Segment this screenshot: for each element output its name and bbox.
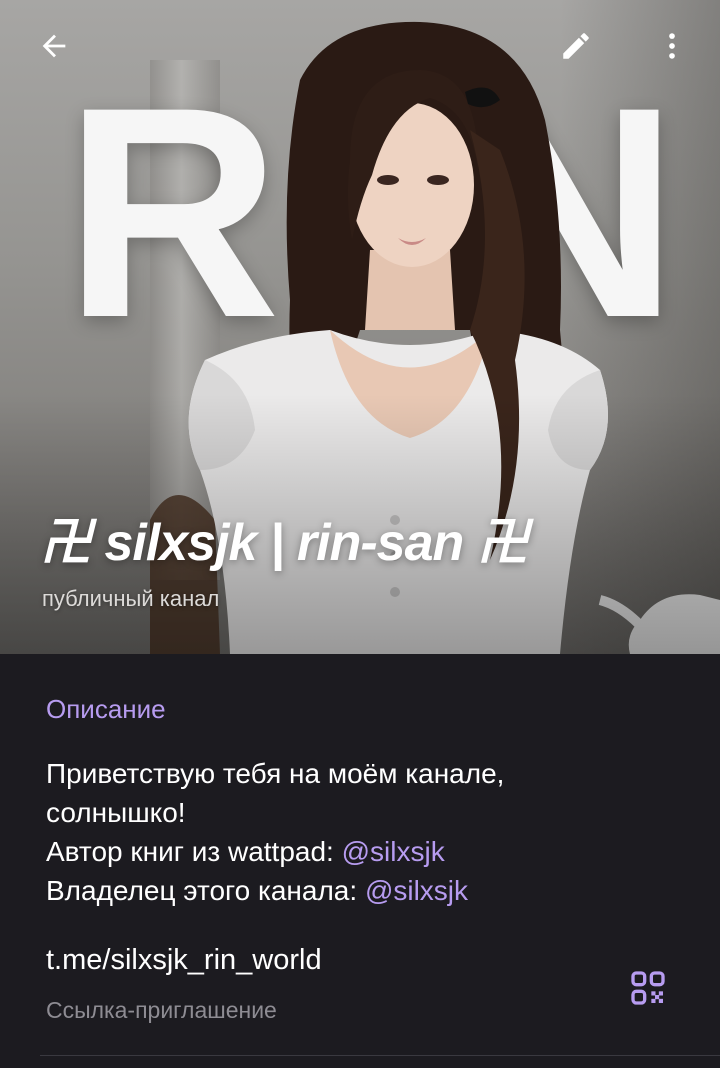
description-text: Автор книг из wattpad: xyxy=(46,836,342,867)
invite-link-caption: Ссылка-приглашение xyxy=(46,997,277,1023)
author-mention-link[interactable]: @silxsjk xyxy=(342,836,445,867)
description-line: Автор книг из wattpad: @silxsjk xyxy=(46,832,666,871)
channel-cover-photo: R N 卍 silxsjk | rin-san 卍 публичный кана… xyxy=(0,0,720,654)
channel-profile-screen: R N 卍 silxsjk | rin-san 卍 публичный кана… xyxy=(0,0,720,1068)
description-label: Описание xyxy=(46,694,166,724)
pencil-icon xyxy=(563,33,589,59)
channel-description: Приветствую тебя на моём канале, солнышк… xyxy=(46,754,666,910)
qr-code-button[interactable] xyxy=(624,964,672,1012)
description-line: Приветствую тебя на моём канале, xyxy=(46,758,505,789)
section-divider xyxy=(40,1055,720,1056)
channel-title: 卍 silxsjk | rin-san 卍 xyxy=(40,514,529,572)
arrow-left-icon xyxy=(42,34,66,58)
owner-mention-link[interactable]: @silxsjk xyxy=(365,875,468,906)
edit-button[interactable] xyxy=(552,22,600,70)
back-button[interactable] xyxy=(30,22,78,70)
description-text: Владелец этого канала: xyxy=(46,875,365,906)
more-vertical-icon xyxy=(669,33,675,59)
qr-code-icon xyxy=(631,971,665,1005)
invite-link[interactable]: t.me/silxsjk_rin_world xyxy=(46,944,322,977)
description-line: Владелец этого канала: @silxsjk xyxy=(46,871,666,910)
more-options-button[interactable] xyxy=(648,22,696,70)
description-line: солнышко! xyxy=(46,797,186,828)
channel-type-label: публичный канал xyxy=(42,586,220,611)
channel-info-section: Описание Приветствую тебя на моём канале… xyxy=(0,654,720,1068)
